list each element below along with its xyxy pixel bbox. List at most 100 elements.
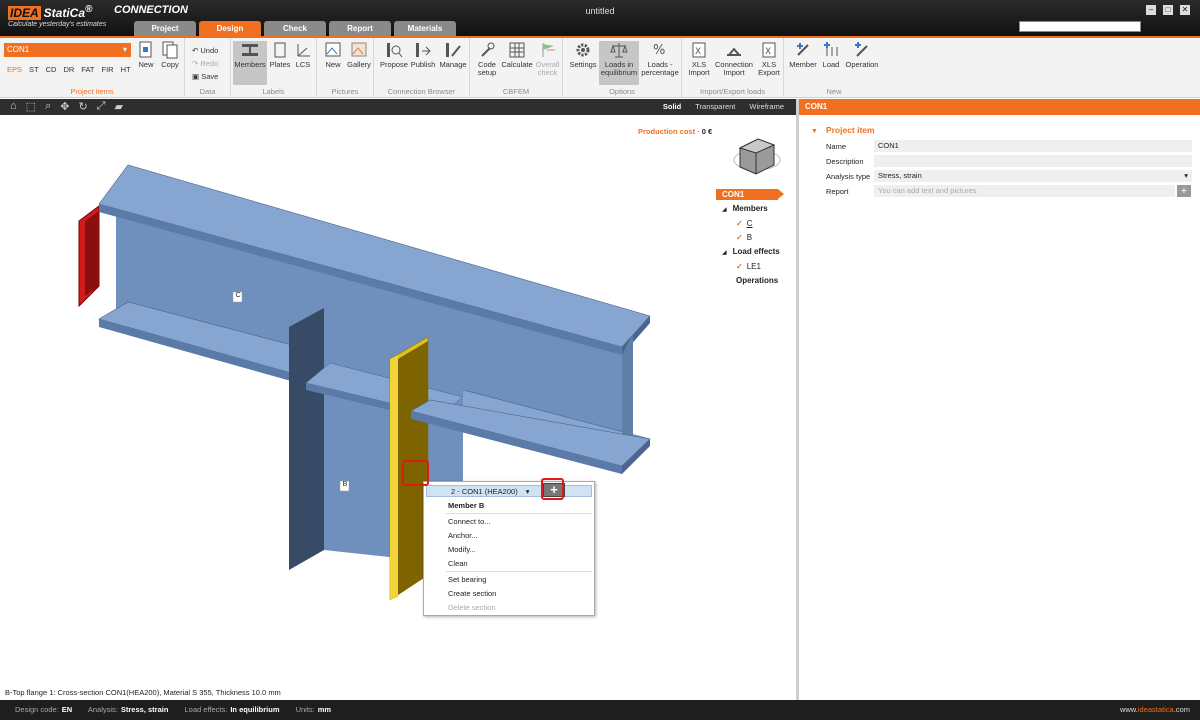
tree-root-con1[interactable]: CON1 [716,189,784,200]
tab-report[interactable]: Report [329,21,391,36]
code-dr[interactable]: DR [63,65,74,74]
copy-item-button[interactable]: Copy [159,41,181,69]
new-picture-button[interactable]: New [323,41,343,69]
new-file-icon [139,41,152,58]
tree-operations-header[interactable]: Operations [716,276,790,286]
mode-transparent[interactable]: Transparent [695,102,735,111]
wrench-icon [481,42,495,57]
zoom-extents-icon[interactable]: ⤢ [97,100,106,113]
tree-load-effects-header[interactable]: ◢ Load effects [716,247,790,258]
tab-check[interactable]: Check [264,21,326,36]
group-new: Member Load Operation New [784,38,884,98]
loads-percentage-button[interactable]: % Loads - percentage [640,41,680,77]
close-icon[interactable]: ✕ [1180,5,1190,15]
manage-button[interactable]: Manage [438,41,468,69]
code-cd[interactable]: CD [46,65,57,74]
save-button[interactable]: ▣ Save [192,72,218,81]
search-input[interactable] [1019,21,1141,32]
xls-export-button[interactable]: X XLS Export [756,41,782,77]
propose-button[interactable]: Propose [379,41,409,69]
home-icon[interactable]: ⌂ [10,100,17,113]
collapse-icon: ▼ [811,128,818,135]
rotate-icon[interactable]: ↻ [78,100,87,113]
code-fir[interactable]: FIR [102,65,114,74]
menu-anchor[interactable]: Anchor... [448,531,478,540]
member-b-label: B [342,481,348,488]
gallery-button[interactable]: Gallery [346,41,372,69]
undo-button[interactable]: ↶ Undo [192,46,218,55]
analysis-type-label: Analysis type [826,172,871,181]
menu-set-bearing[interactable]: Set bearing [448,575,486,584]
member-selector[interactable]: 2 - CON1 (HEA200) ▾ [426,485,592,497]
code-setup-button[interactable]: Code setup [474,41,500,77]
xls-import-button[interactable]: X XLS Import [686,41,712,77]
main-tabs: Project Design Check Report Materials [134,21,456,36]
name-label: Name [826,142,847,151]
tree-load-effect-le1[interactable]: ✓ LE1 [716,262,790,272]
group-label: CBFEM [502,87,530,96]
project-item-dropdown[interactable]: CON1 ▾ [4,43,131,57]
description-field[interactable] [874,155,1192,167]
report-field[interactable]: You can add text and pictures [874,185,1175,197]
flag-icon [542,43,555,57]
code-ht[interactable]: HT [121,65,131,74]
code-fat[interactable]: FAT [81,65,94,74]
tree-member-c[interactable]: ✓ C [716,219,790,229]
ribbon: CON1 ▾ EPS ST CD DR FAT FIR HT New Copy P… [0,38,1200,98]
propose-icon [387,43,403,58]
eraser-icon[interactable]: ▰ [114,100,122,113]
mode-wireframe[interactable]: Wireframe [749,102,784,111]
percent-icon: % [653,43,665,58]
menu-delete-section[interactable]: Delete section [448,603,496,612]
code-eps[interactable]: EPS [7,65,22,74]
lcs-button[interactable]: LCS [293,41,313,69]
menu-clean[interactable]: Clean [448,559,468,568]
settings-button[interactable]: Settings [568,41,598,69]
members-labels-button[interactable]: Members [233,41,267,85]
minimize-icon[interactable]: – [1146,5,1156,15]
menu-create-section[interactable]: Create section [448,589,496,598]
member-b-flange-left[interactable] [289,308,324,570]
name-field[interactable]: CON1 [874,140,1192,152]
overall-check-button[interactable]: Overall check [534,41,561,77]
highlight-add-button [541,478,564,500]
new-operation-button[interactable]: Operation [843,41,881,69]
zoom-window-icon[interactable]: ⬚ [26,100,36,113]
maximize-icon[interactable]: □ [1163,5,1173,15]
new-load-button[interactable]: Load [820,41,842,69]
connection-import-button[interactable]: Connection Import [713,41,755,77]
menu-header-member-b: Member B [448,501,485,510]
new-member-button[interactable]: Member [787,41,819,69]
pan-icon[interactable]: ✥ [60,100,69,113]
website-link[interactable]: www.ideastatica.com [1120,700,1190,720]
mode-solid[interactable]: Solid [663,102,681,111]
tree-members-header[interactable]: ◢ Members [716,204,790,215]
menu-modify[interactable]: Modify... [448,545,476,554]
view-cube[interactable] [733,138,781,175]
title-bar: IDEA StatiCa® Calculate yesterday's estim… [0,0,1200,36]
tree-member-b[interactable]: ✓ B [716,233,790,243]
publish-button[interactable]: Publish [410,41,436,69]
loads-in-equilibrium-button[interactable]: Loads in equilibrium [599,41,639,85]
analysis-type-select[interactable]: Stress, strain ▾ [874,170,1192,182]
tab-design[interactable]: Design [199,21,261,36]
group-import-export: X XLS Import Connection Import X XLS Export… [682,38,784,98]
production-cost: Production cost · 0 € [638,127,713,136]
code-st[interactable]: ST [29,65,39,74]
status-bar: Design code: EN Analysis: Stress, strain L… [0,700,1200,720]
tab-project[interactable]: Project [134,21,196,36]
group-label: New [826,87,842,96]
tab-materials[interactable]: Materials [394,21,456,36]
redo-button[interactable]: ↷ Redo [192,59,218,68]
3d-model[interactable] [0,115,796,700]
add-report-icon[interactable]: + [1177,185,1191,197]
add-operation-icon [855,42,868,57]
group-cbfem: Code setup Calculate Overall check CBFEM [470,38,563,98]
zoom-icon[interactable]: ⌕ [45,100,51,113]
3d-viewport[interactable]: C B Production cost · 0 € CON1 ◢ Members … [0,115,796,700]
menu-connect-to[interactable]: Connect to... [448,517,491,526]
plates-labels-button[interactable]: Plates [269,41,291,69]
new-item-button[interactable]: New [136,41,156,69]
calculate-button[interactable]: Calculate [500,41,534,69]
section-project-item[interactable]: ▼ Project item [811,125,875,135]
